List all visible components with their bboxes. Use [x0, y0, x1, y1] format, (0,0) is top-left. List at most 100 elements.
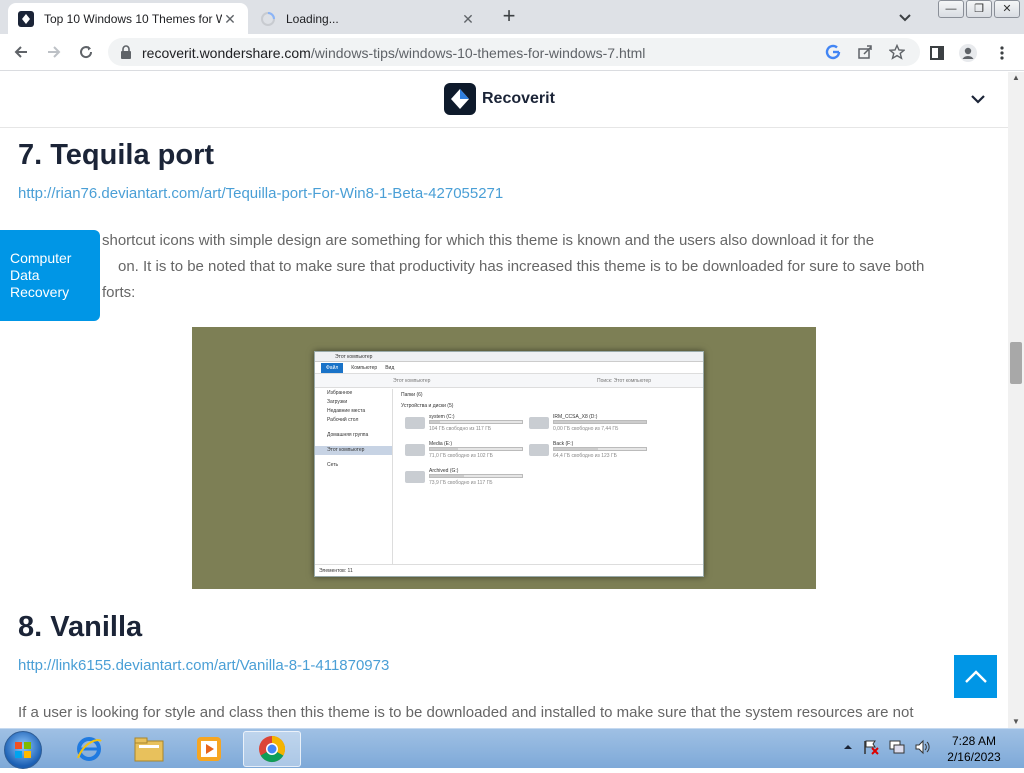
new-tab-button[interactable]: + — [498, 5, 520, 28]
explorer-title: Этот компьютер — [315, 352, 703, 362]
explorer-address-text: Этот компьютер — [393, 378, 431, 384]
internet-explorer-taskbar-button[interactable] — [60, 731, 118, 767]
chevron-up-icon — [964, 669, 987, 683]
forward-button[interactable] — [43, 41, 65, 63]
tequila-port-paragraph: shortcut icons with simple design are so… — [18, 228, 988, 306]
ribbon-tab: Вид — [385, 364, 395, 371]
ribbon-tab: Файл — [321, 362, 344, 373]
ribbon-tab: Компьютер — [351, 364, 378, 371]
drive-free: 0,00 ГБ свободно из 7,44 ГБ — [553, 426, 619, 432]
address-bar[interactable]: recoverit.wondershare.com/windows-tips/w… — [108, 38, 920, 66]
url-host: recoverit.wondershare.com — [142, 45, 311, 61]
page-viewport: Recoverit 7. Tequila port http://rian76.… — [0, 72, 1008, 728]
minimize-button[interactable]: — — [938, 0, 964, 18]
start-button[interactable] — [4, 731, 42, 769]
browser-menu-icon[interactable] — [992, 43, 1012, 63]
explorer-status-bar: Элементов: 11 — [315, 564, 703, 576]
scrollbar-thumb[interactable] — [1010, 342, 1022, 384]
reload-button[interactable] — [75, 41, 97, 63]
recoverit-logo-icon[interactable] — [444, 83, 476, 115]
scroll-down-arrow-icon[interactable]: ▼ — [1012, 718, 1020, 726]
section-heading-vanilla: 8. Vanilla — [18, 611, 143, 643]
computer-data-recovery-tab[interactable]: Computer Data Recovery — [0, 230, 100, 321]
nav-item: Домашняя группа — [327, 432, 369, 438]
vanilla-link[interactable]: http://link6155.deviantart.com/art/Vanil… — [18, 657, 389, 674]
profile-avatar-icon[interactable] — [958, 43, 978, 63]
drive-free: 104 ГБ свободно из 117 ГБ — [429, 426, 492, 432]
tab-search-chevron-icon[interactable] — [896, 8, 914, 26]
tequila-port-screenshot: Этот компьютер Файл Компьютер Вид Этот к… — [192, 327, 816, 589]
close-window-button[interactable]: ✕ — [994, 0, 1020, 18]
lock-icon[interactable] — [120, 45, 132, 59]
nav-item: Сеть — [327, 462, 339, 468]
volume-icon[interactable] — [914, 739, 932, 755]
explorer-window-mock: Этот компьютер Файл Компьютер Вид Этот к… — [314, 351, 704, 577]
group-folders: Папки (6) — [401, 392, 423, 398]
nav-item: Избранное — [327, 390, 353, 396]
drive-usage-bar — [553, 420, 647, 424]
drive-item: system (C:) 104 ГБ свободно из 117 ГБ — [405, 414, 530, 434]
chrome-taskbar-button[interactable] — [243, 731, 301, 767]
action-center-flag-icon[interactable] — [862, 739, 880, 755]
nav-item: Загрузки — [327, 399, 348, 405]
back-to-top-button[interactable] — [954, 655, 997, 698]
network-icon[interactable] — [888, 739, 906, 755]
drive-usage-fill — [430, 448, 458, 450]
url-text: recoverit.wondershare.com/windows-tips/w… — [142, 45, 645, 61]
tab-close-icon[interactable]: ✕ — [222, 11, 238, 27]
paragraph-line: If a user is looking for style and class… — [18, 704, 914, 721]
drive-icon — [405, 444, 425, 456]
explorer-ribbon: Файл Компьютер Вид — [315, 362, 703, 374]
drive-item: Back (F:) 64,4 ГБ свободно из 123 ГБ — [529, 441, 654, 461]
drive-icon — [529, 417, 549, 429]
drive-free: 73,9 ГБ свободно из 117 ГБ — [429, 480, 493, 486]
scroll-up-arrow-icon[interactable]: ▲ — [1012, 74, 1020, 82]
tab-title: Top 10 Windows 10 Themes for W — [44, 11, 222, 26]
restore-button[interactable]: ❐ — [966, 0, 992, 18]
tab-close-icon[interactable]: ✕ — [460, 11, 476, 27]
section-heading-tequila-port: 7. Tequila port — [18, 139, 215, 171]
explorer-search-text: Поиск: Этот компьютер — [597, 378, 652, 384]
forward-arrow-icon — [48, 46, 61, 58]
google-icon[interactable] — [824, 43, 842, 61]
side-panel-icon[interactable] — [927, 43, 947, 63]
paragraph-line: on. It is to be noted that to make sure … — [118, 258, 925, 275]
drive-item: Archived (G:) 73,9 ГБ свободно из 117 ГБ — [405, 468, 530, 488]
drive-item: IRM_CCSA_X8 (D:) 0,00 ГБ свободно из 7,4… — [529, 414, 654, 434]
tab-active[interactable]: Top 10 Windows 10 Themes for W ✕ — [8, 3, 248, 34]
clock-time: 7:28 AM — [951, 734, 997, 748]
vertical-scrollbar[interactable]: ▲ ▼ — [1008, 72, 1024, 728]
vanilla-paragraph: If a user is looking for style and class… — [18, 700, 988, 726]
url-path: /windows-tips/windows-10-themes-for-wind… — [310, 45, 646, 61]
nav-item: Этот компьютер — [315, 446, 392, 455]
media-player-taskbar-button[interactable] — [180, 731, 238, 767]
brand-name[interactable]: Recoverit — [482, 90, 555, 108]
drive-free: 71,0 ГБ свободно из 102 ГБ — [429, 453, 493, 459]
drive-usage-bar — [429, 420, 523, 424]
tab-strip: Top 10 Windows 10 Themes for W ✕ Loading… — [0, 0, 1024, 34]
nav-item: Рабочий стол — [327, 417, 359, 423]
internet-explorer-icon — [77, 737, 102, 761]
tequila-port-link[interactable]: http://rian76.deviantart.com/art/Tequill… — [18, 185, 503, 202]
window-controls: — ❐ ✕ — [938, 0, 1020, 18]
drive-usage-bar — [429, 447, 523, 451]
share-icon[interactable] — [856, 43, 874, 61]
menu-chevron-down-icon[interactable] — [970, 92, 986, 106]
tab-title: Loading... — [286, 11, 339, 26]
explorer-nav-pane: Избранное Загрузки Недавние места Рабочи… — [315, 389, 393, 564]
drive-usage-bar — [429, 474, 523, 478]
drive-icon — [405, 417, 425, 429]
back-arrow-icon — [14, 46, 27, 58]
tab-loading[interactable]: Loading... ✕ — [250, 3, 486, 34]
back-button[interactable] — [10, 41, 32, 63]
show-hidden-icons-icon[interactable] — [842, 739, 854, 755]
bookmark-star-icon[interactable] — [888, 43, 906, 61]
drive-usage-bar — [553, 447, 647, 451]
paragraph-line: forts: — [102, 284, 136, 301]
file-explorer-taskbar-button[interactable] — [120, 731, 178, 767]
drive-item: Media (E:) 71,0 ГБ свободно из 102 ГБ — [405, 441, 530, 461]
reload-icon — [80, 46, 93, 59]
taskbar-clock[interactable]: 7:28 AM 2/16/2023 — [936, 733, 1012, 765]
clock-date: 2/16/2023 — [947, 750, 1001, 764]
loading-spinner-icon — [261, 11, 275, 26]
